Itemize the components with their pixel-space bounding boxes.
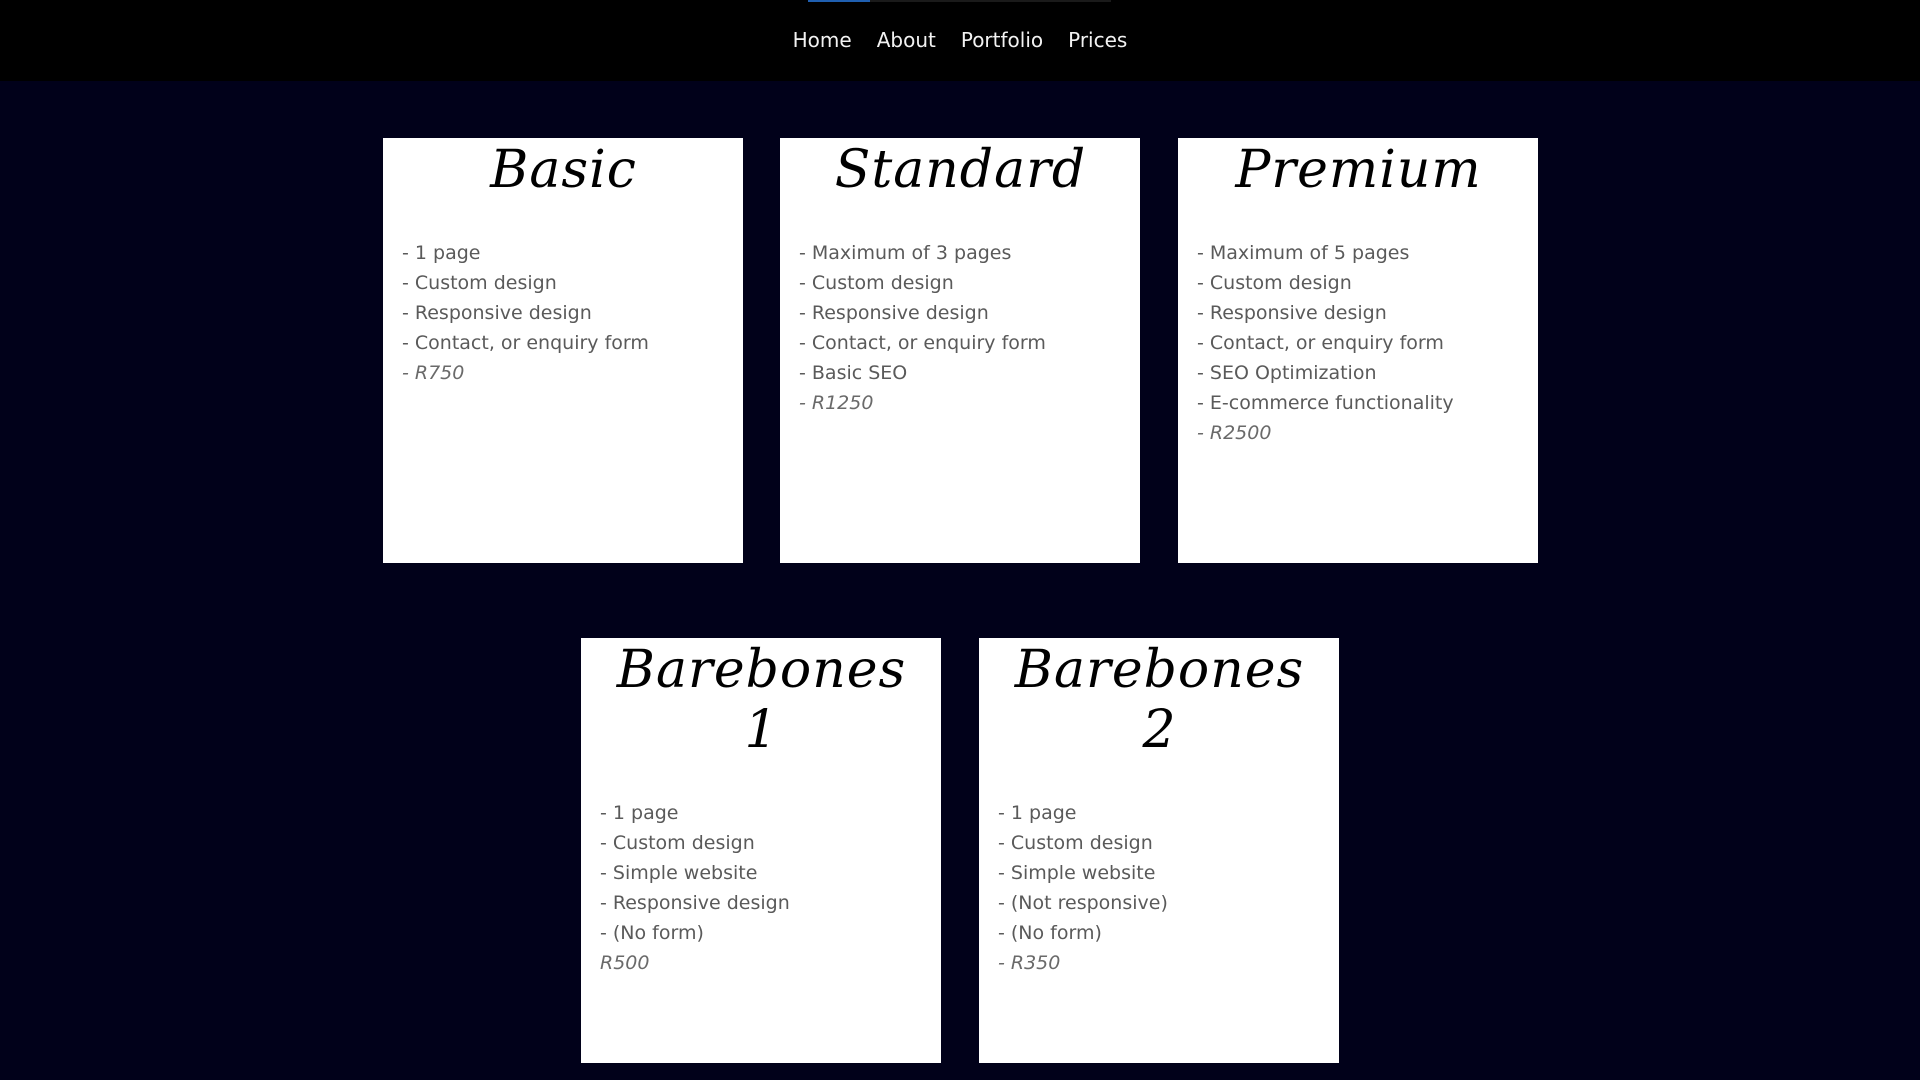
feature-item: - Custom design (600, 832, 755, 854)
feature-item: - Custom design (799, 272, 954, 294)
feature-item: - Responsive design (799, 302, 989, 324)
pricing-card-barebones-1: Barebones 1 - 1 page - Custom design - S… (581, 638, 941, 1063)
plan-price: R500 (600, 952, 650, 974)
nav-link-portfolio[interactable]: Portfolio (961, 26, 1043, 54)
feature-item: - (No form) (998, 922, 1102, 944)
nav-link-prices[interactable]: Prices (1068, 26, 1127, 54)
feature-item: - SEO Optimization (1197, 362, 1377, 384)
feature-list: - 1 page - Custom design - Simple websit… (998, 798, 1321, 978)
feature-list: - 1 page - Custom design - Responsive de… (402, 238, 725, 388)
feature-item: - 1 page (998, 802, 1077, 824)
feature-item: - Responsive design (402, 302, 592, 324)
feature-list: - Maximum of 3 pages - Custom design - R… (799, 238, 1122, 418)
pricing-card-premium: Premium - Maximum of 5 pages - Custom de… (1178, 138, 1538, 563)
feature-item: - Responsive design (1197, 302, 1387, 324)
feature-item: - (Not responsive) (998, 892, 1168, 914)
feature-item: - Basic SEO (799, 362, 908, 384)
feature-item: - Custom design (402, 272, 557, 294)
nav-link-home[interactable]: Home (793, 26, 852, 54)
feature-item: - E-commerce functionality (1197, 392, 1454, 414)
feature-item: - Maximum of 5 pages (1197, 242, 1410, 264)
top-navigation-bar: Home About Portfolio Prices (0, 0, 1920, 81)
plan-title: Standard (834, 140, 1087, 200)
feature-item: - Simple website (600, 862, 758, 884)
nav-links: Home About Portfolio Prices (790, 26, 1130, 54)
feature-item: - 1 page (402, 242, 481, 264)
feature-list: - Maximum of 5 pages - Custom design - R… (1197, 238, 1520, 448)
plan-title: Barebones 1 (616, 640, 907, 760)
feature-item: - Maximum of 3 pages (799, 242, 1012, 264)
nav-active-indicator (808, 0, 870, 2)
feature-item: - Custom design (1197, 272, 1352, 294)
pricing-card-basic: Basic - 1 page - Custom design - Respons… (383, 138, 743, 563)
feature-item: - Responsive design (600, 892, 790, 914)
plan-title: Premium (1235, 140, 1482, 200)
feature-item: - Simple website (998, 862, 1156, 884)
plan-price: - R2500 (1197, 422, 1272, 444)
feature-item: - Contact, or enquiry form (402, 332, 649, 354)
plan-title: Basic (490, 140, 637, 200)
plan-price: - R350 (998, 952, 1061, 974)
feature-item: - (No form) (600, 922, 704, 944)
plan-price: - R750 (402, 362, 465, 384)
plan-title: Barebones 2 (1014, 640, 1305, 760)
feature-item: - 1 page (600, 802, 679, 824)
plan-price: - R1250 (799, 392, 874, 414)
pricing-card-barebones-2: Barebones 2 - 1 page - Custom design - S… (979, 638, 1339, 1063)
feature-item: - Contact, or enquiry form (799, 332, 1046, 354)
pricing-card-standard: Standard - Maximum of 3 pages - Custom d… (780, 138, 1140, 563)
feature-item: - Custom design (998, 832, 1153, 854)
feature-list: - 1 page - Custom design - Simple websit… (600, 798, 923, 978)
nav-link-about[interactable]: About (877, 26, 936, 54)
feature-item: - Contact, or enquiry form (1197, 332, 1444, 354)
